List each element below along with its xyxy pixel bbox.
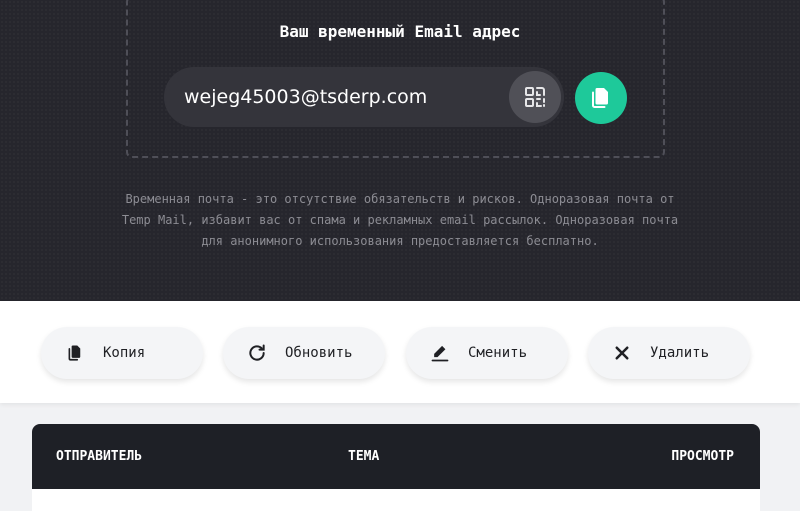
column-view: ПРОСМОТР — [671, 449, 734, 464]
inbox-table-header: ОТПРАВИТЕЛЬ ТЕМА ПРОСМОТР — [32, 424, 760, 489]
copy-button[interactable]: Копия — [41, 327, 203, 379]
copy-icon — [592, 88, 608, 108]
column-sender: ОТПРАВИТЕЛЬ — [56, 449, 143, 464]
delete-button-label: Удалить — [650, 345, 710, 361]
delete-button[interactable]: Удалить — [588, 327, 750, 379]
change-button[interactable]: Сменить — [406, 327, 568, 379]
copy-email-button[interactable] — [575, 72, 627, 124]
change-button-label: Сменить — [468, 345, 528, 361]
copy-icon — [65, 343, 85, 363]
email-address-field[interactable]: wejeg45003@tsderp.com — [164, 67, 564, 127]
hero-section: Ваш временный Email адрес wejeg45003@tsd… — [0, 0, 800, 301]
close-icon — [612, 343, 632, 363]
column-subject: ТЕМА — [348, 449, 380, 464]
copy-button-label: Копия — [103, 345, 146, 361]
page-title: Ваш временный Email адрес — [279, 22, 521, 41]
refresh-button-label: Обновить — [285, 345, 353, 361]
email-address-text[interactable]: wejeg45003@tsderp.com — [184, 67, 427, 127]
action-bar: Копия Обновить Сменить Удалить — [0, 301, 800, 403]
inbox-table: ОТПРАВИТЕЛЬ ТЕМА ПРОСМОТР — [32, 424, 760, 511]
qr-code-button[interactable] — [509, 71, 561, 123]
refresh-icon — [247, 343, 267, 363]
qr-code-icon — [525, 87, 545, 107]
service-description: Временная почта - это отсутствие обязате… — [121, 192, 679, 248]
edit-icon — [430, 343, 450, 363]
refresh-button[interactable]: Обновить — [223, 327, 385, 379]
